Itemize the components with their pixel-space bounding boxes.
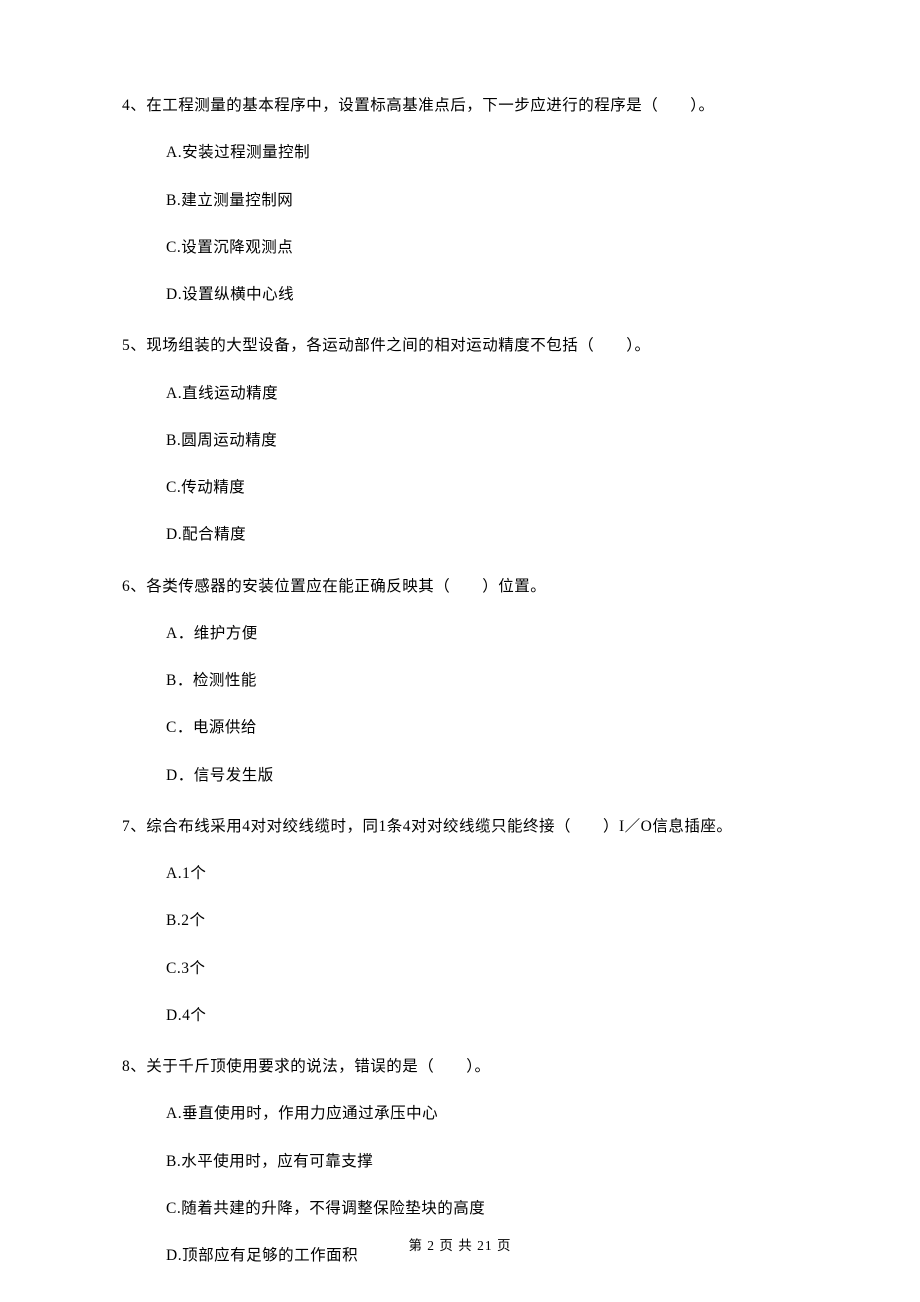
option-d: D．信号发生版 <box>166 764 798 787</box>
option-a: A．维护方便 <box>166 622 798 645</box>
options-list: A.安装过程测量控制 B.建立测量控制网 C.设置沉降观测点 D.设置纵横中心线 <box>122 141 798 306</box>
option-b: B.水平使用时，应有可靠支撑 <box>166 1150 798 1173</box>
question-5: 5、现场组装的大型设备，各运动部件之间的相对运动精度不包括（ ）。 A.直线运动… <box>122 334 798 546</box>
options-list: A．维护方便 B．检测性能 C．电源供给 D．信号发生版 <box>122 622 798 787</box>
options-list: A.1个 B.2个 C.3个 D.4个 <box>122 862 798 1027</box>
question-stem: 7、综合布线采用4对对绞线缆时，同1条4对对绞线缆只能终接（ ）I／O信息插座。 <box>122 815 798 838</box>
page-footer: 第 2 页 共 21 页 <box>0 1234 920 1254</box>
option-b: B.2个 <box>166 909 798 932</box>
options-list: A.直线运动精度 B.圆周运动精度 C.传动精度 D.配合精度 <box>122 382 798 547</box>
question-stem: 5、现场组装的大型设备，各运动部件之间的相对运动精度不包括（ ）。 <box>122 334 798 357</box>
option-c: C.3个 <box>166 957 798 980</box>
question-6: 6、各类传感器的安装位置应在能正确反映其（ ）位置。 A．维护方便 B．检测性能… <box>122 575 798 787</box>
option-b: B．检测性能 <box>166 669 798 692</box>
option-a: A.直线运动精度 <box>166 382 798 405</box>
option-c: C.传动精度 <box>166 476 798 499</box>
option-c: C．电源供给 <box>166 716 798 739</box>
option-c: C.随着共建的升降，不得调整保险垫块的高度 <box>166 1197 798 1220</box>
option-a: A.安装过程测量控制 <box>166 141 798 164</box>
option-a: A.垂直使用时，作用力应通过承压中心 <box>166 1102 798 1125</box>
option-d: D.配合精度 <box>166 523 798 546</box>
option-c: C.设置沉降观测点 <box>166 236 798 259</box>
question-stem: 6、各类传感器的安装位置应在能正确反映其（ ）位置。 <box>122 575 798 598</box>
option-b: B.建立测量控制网 <box>166 189 798 212</box>
question-7: 7、综合布线采用4对对绞线缆时，同1条4对对绞线缆只能终接（ ）I／O信息插座。… <box>122 815 798 1027</box>
option-b: B.圆周运动精度 <box>166 429 798 452</box>
question-stem: 8、关于千斤顶使用要求的说法，错误的是（ ）。 <box>122 1055 798 1078</box>
option-d: D.设置纵横中心线 <box>166 283 798 306</box>
question-stem: 4、在工程测量的基本程序中，设置标高基准点后，下一步应进行的程序是（ ）。 <box>122 94 798 117</box>
page-content: 4、在工程测量的基本程序中，设置标高基准点后，下一步应进行的程序是（ ）。 A.… <box>0 0 920 1267</box>
option-d: D.4个 <box>166 1004 798 1027</box>
question-4: 4、在工程测量的基本程序中，设置标高基准点后，下一步应进行的程序是（ ）。 A.… <box>122 94 798 306</box>
option-a: A.1个 <box>166 862 798 885</box>
